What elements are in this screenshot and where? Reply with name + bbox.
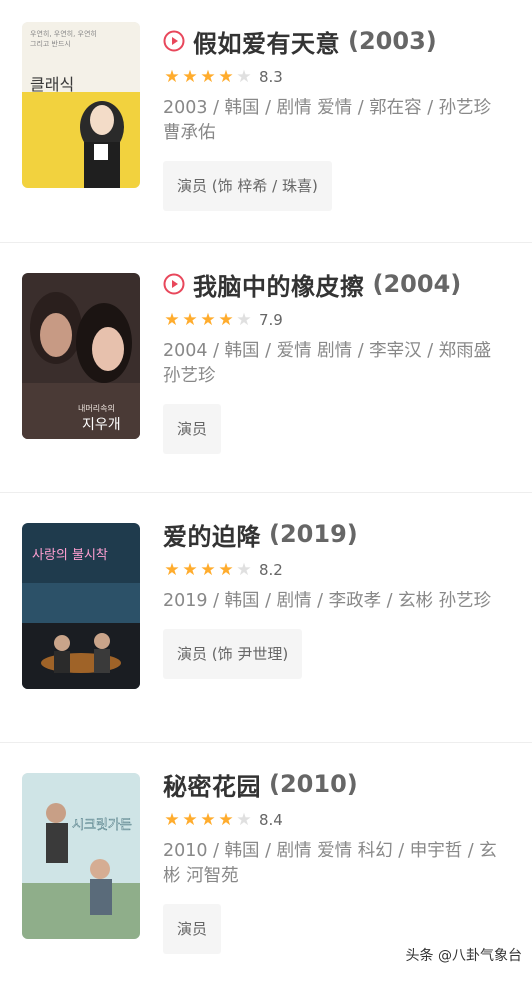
star-full-icon: ★ <box>200 66 216 87</box>
svg-text:우연히, 우연히, 우연히: 우연히, 우연히, 우연히 <box>30 29 97 38</box>
role-badge[interactable]: 演员 <box>163 904 222 954</box>
list-item[interactable]: 내머리속의 지우개 我脑中的橡皮擦 (2004) ★ ★ ★ ★ ★ 7.9 2… <box>0 242 532 492</box>
star-empty-icon: ★ <box>236 559 252 580</box>
poster-image[interactable]: 시크릿가든 <box>22 773 140 939</box>
role-badge[interactable]: 演员 (饰 梓希 / 珠喜) <box>163 161 332 211</box>
rating-score: 8.3 <box>259 68 283 86</box>
star-full-icon: ★ <box>218 66 234 87</box>
movie-meta: 2019 / 韩国 / 剧情 / 李政孝 / 玄彬 孙艺珍 <box>163 591 492 611</box>
role-badge[interactable]: 演员 (饰 尹世理) <box>163 629 303 679</box>
play-icon[interactable] <box>163 30 185 52</box>
star-full-icon: ★ <box>218 559 234 580</box>
movie-year: (2004) <box>372 270 462 298</box>
rating: ★ ★ ★ ★ ★ 7.9 <box>163 309 514 331</box>
star-full-icon: ★ <box>164 66 180 87</box>
rating: ★ ★ ★ ★ ★ 8.3 <box>163 66 514 88</box>
movie-year: (2010) <box>269 770 358 798</box>
movie-title[interactable]: 爱的迫降 <box>163 517 261 552</box>
movie-year: (2019) <box>269 520 358 548</box>
movie-title[interactable]: 秘密花园 <box>163 767 261 802</box>
star-rating: ★ ★ ★ ★ ★ <box>163 809 253 830</box>
poster-image[interactable]: 사랑의 불시착 <box>22 523 140 689</box>
svg-text:사랑의 불시착: 사랑의 불시착 <box>32 548 108 563</box>
poster-image[interactable]: 클래식 우연히, 우연히, 우연히 그리고 반드시 <box>22 22 140 188</box>
rating-score: 8.4 <box>259 811 283 829</box>
star-full-icon: ★ <box>164 309 180 330</box>
watermark: 头条 @八卦气象台 <box>405 948 522 964</box>
star-full-icon: ★ <box>182 559 198 580</box>
rating: ★ ★ ★ ★ ★ 8.2 <box>163 559 514 581</box>
movie-meta: 2010 / 韩国 / 剧情 爱情 科幻 / 申宇哲 / 玄彬 河智苑 <box>163 841 497 886</box>
star-full-icon: ★ <box>182 809 198 830</box>
star-full-icon: ★ <box>200 809 216 830</box>
movie-title[interactable]: 我脑中的橡皮擦 <box>193 267 365 302</box>
star-empty-icon: ★ <box>236 66 252 87</box>
star-empty-icon: ★ <box>236 809 252 830</box>
star-full-icon: ★ <box>182 66 198 87</box>
rating-score: 8.2 <box>259 561 283 579</box>
movie-meta: 2003 / 韩国 / 剧情 爱情 / 郭在容 / 孙艺珍 曹承佑 <box>163 98 492 143</box>
star-empty-icon: ★ <box>236 309 252 330</box>
movie-meta: 2004 / 韩国 / 爱情 剧情 / 李宰汉 / 郑雨盛 孙艺珍 <box>163 341 492 386</box>
rating-score: 7.9 <box>259 311 283 329</box>
movie-year: (2003) <box>348 27 437 55</box>
star-rating: ★ ★ ★ ★ ★ <box>163 66 253 87</box>
list-item[interactable]: 클래식 우연히, 우연히, 우연히 그리고 반드시 假如爱有天意 (2003) … <box>0 0 532 242</box>
star-rating: ★ ★ ★ ★ ★ <box>163 309 253 330</box>
movie-title[interactable]: 假如爱有天意 <box>193 24 340 59</box>
star-full-icon: ★ <box>200 559 216 580</box>
star-full-icon: ★ <box>164 559 180 580</box>
svg-text:시크릿가든: 시크릿가든 <box>72 818 132 833</box>
star-full-icon: ★ <box>218 809 234 830</box>
poster-image[interactable]: 내머리속의 지우개 <box>22 273 140 439</box>
play-icon[interactable] <box>163 273 185 295</box>
star-rating: ★ ★ ★ ★ ★ <box>163 559 253 580</box>
svg-text:지우개: 지우개 <box>82 417 121 433</box>
star-full-icon: ★ <box>164 809 180 830</box>
role-badge[interactable]: 演员 <box>163 404 222 454</box>
svg-text:클래식: 클래식 <box>30 75 74 94</box>
list-item[interactable]: 사랑의 불시착 爱的迫降 (2019) ★ ★ ★ ★ ★ 8.2 2019 /… <box>0 492 532 742</box>
star-full-icon: ★ <box>200 309 216 330</box>
movie-list: 클래식 우연히, 우연히, 우연히 그리고 반드시 假如爱有天意 (2003) … <box>0 0 532 992</box>
svg-text:내머리속의: 내머리속의 <box>78 403 115 413</box>
svg-text:그리고 반드시: 그리고 반드시 <box>30 39 71 48</box>
rating: ★ ★ ★ ★ ★ 8.4 <box>163 809 514 831</box>
star-full-icon: ★ <box>218 309 234 330</box>
star-full-icon: ★ <box>182 309 198 330</box>
